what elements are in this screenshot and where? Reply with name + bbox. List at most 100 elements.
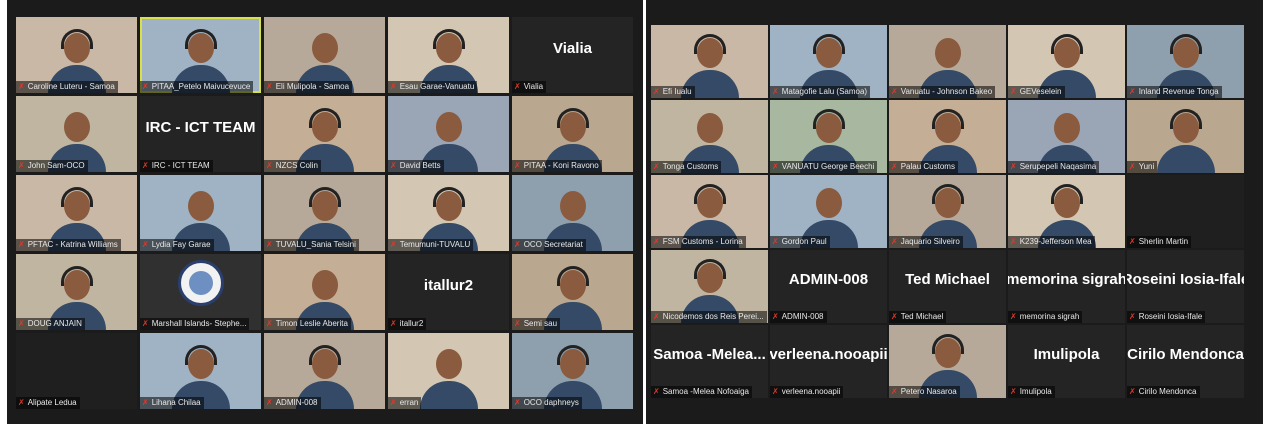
participant-tile-active-speaker[interactable]: ✗ PITAA_Petelo Maivucevuce	[140, 17, 261, 93]
participant-tile-lydia-fay-garae[interactable]: ✗ Lydia Fay Garae	[140, 175, 261, 251]
participant-label: ✗ PFTAC - Katrina Williams	[16, 239, 121, 251]
muted-mic-icon: ✗	[142, 319, 149, 328]
participant-label-text: PFTAC - Katrina Williams	[27, 240, 118, 249]
participant-tile-admin-008[interactable]: ✗ ADMIN-008	[264, 333, 385, 409]
muted-mic-icon: ✗	[266, 240, 273, 249]
participant-label: ✗ VANUATU George Beechi	[770, 161, 878, 173]
participant-tile-david-betts[interactable]: ✗ David Betts	[388, 96, 509, 172]
participant-label: ✗ Sherlin Martin	[1127, 236, 1192, 248]
participant-tile-john-sam-oco[interactable]: ✗ John Sam-OCO	[16, 96, 137, 172]
participant-tile-gordon-paul[interactable]: ✗ Gordon Paul	[770, 175, 887, 248]
participant-tile-petero-nasaroa[interactable]: ✗ Petero Nasaroa	[889, 325, 1006, 398]
participant-tile-tonga-customs[interactable]: ✗ Tonga Customs	[651, 100, 768, 173]
participant-label: ✗ Petero Nasaroa	[889, 386, 960, 398]
participant-tile-oco-secretariat[interactable]: ✗ OCO Secretariat	[512, 175, 633, 251]
participant-tile-roseini-iosia-ifale[interactable]: Roseini Iosia-Ifale ✗ Roseini Iosia-Ifale	[1127, 250, 1244, 323]
participant-label: ✗ David Betts	[388, 160, 444, 172]
participant-tile-pftac-katrina-williams[interactable]: ✗ PFTAC - Katrina Williams	[16, 175, 137, 251]
participant-tile-pitaa-koni-ravono[interactable]: ✗ PITAA - Koni Ravono	[512, 96, 633, 172]
participant-tile-esau-garae-vanuatu[interactable]: ✗ Esau Garae-Vanuatu	[388, 17, 509, 93]
participant-tile-lihana-chilaa[interactable]: ✗ Lihana Chilaa	[140, 333, 261, 409]
muted-mic-icon: ✗	[142, 82, 149, 91]
participant-tile-imulipola[interactable]: Imulipola ✗ Imulipola	[1008, 325, 1125, 398]
participant-label: ✗ OCO Secretariat	[512, 239, 586, 251]
participant-tile-vanuatu-george-beechi[interactable]: ✗ VANUATU George Beechi	[770, 100, 887, 173]
participant-tile-matagofie-lalu-samoa[interactable]: ✗ Matagofie Lalu (Samoa)	[770, 25, 887, 98]
participant-tile-marshall-islands-stephe[interactable]: ✗ Marshall Islands- Stephe...	[140, 254, 261, 330]
participant-label: ✗ Semi sau	[512, 318, 561, 330]
participant-tile-verleena-nooapii[interactable]: verleena.nooapii ✗ verleena.nooapii	[770, 325, 887, 398]
participant-label: ✗ Efi Iualu	[651, 86, 695, 98]
muted-mic-icon: ✗	[390, 240, 397, 249]
muted-mic-icon: ✗	[891, 87, 898, 96]
participant-label: ✗ John Sam-OCO	[16, 160, 88, 172]
participant-tile-semi-sau[interactable]: ✗ Semi sau	[512, 254, 633, 330]
muted-mic-icon: ✗	[1129, 312, 1136, 321]
participant-tile-tuvalu-sania-telsini[interactable]: ✗ TUVALU_Sania Telsini	[264, 175, 385, 251]
participant-label: ✗ erran	[388, 397, 422, 409]
participant-name-display: verleena.nooapii	[770, 346, 887, 363]
participant-tile-timon-leslie-aberita[interactable]: ✗ Timon Leslie Aberita	[264, 254, 385, 330]
participant-label: ✗ Yuni	[1127, 161, 1158, 173]
participant-label-text: ADMIN-008	[275, 398, 318, 407]
participant-tile-eli-mulipola-samoa[interactable]: ✗ Eli Mulipola - Samoa	[264, 17, 385, 93]
participant-tile-jaquario-silveiro[interactable]: ✗ Jaquario Silveiro	[889, 175, 1006, 248]
muted-mic-icon: ✗	[772, 312, 779, 321]
participant-label-text: Gordon Paul	[781, 237, 827, 246]
participant-tile-cirilo-mendonca[interactable]: Cirilo Mendonca ✗ Cirilo Mendonca	[1127, 325, 1244, 398]
participant-tile-erran[interactable]: ✗ erran	[388, 333, 509, 409]
participant-label: ✗ FSM Customs - Lorina	[651, 236, 746, 248]
participant-tile-irc-ict-team[interactable]: IRC - ICT TEAM ✗ IRC - ICT TEAM	[140, 96, 261, 172]
participant-label: ✗ Matagofie Lalu (Samoa)	[770, 86, 871, 98]
participant-label-text: David Betts	[399, 161, 441, 170]
participant-tile-geveselein[interactable]: ✗ GEVeselein	[1008, 25, 1125, 98]
participant-label: ✗ Vanuatu - Johnson Bakeo	[889, 86, 996, 98]
participant-label-text: FSM Customs - Lorina	[662, 237, 743, 246]
participant-label: ✗ Inland Revenue Tonga	[1127, 86, 1222, 98]
participant-tile-oco-daphneys[interactable]: ✗ OCO daphneys	[512, 333, 633, 409]
participant-tile-serupepeli-naqasima[interactable]: ✗ Serupepeli Naqasima	[1008, 100, 1125, 173]
muted-mic-icon: ✗	[514, 319, 521, 328]
muted-mic-icon: ✗	[390, 398, 397, 407]
participant-label-text: Lydia Fay Garae	[151, 240, 211, 249]
participant-tile-vanuatu-johnson-bakeo[interactable]: ✗ Vanuatu - Johnson Bakeo	[889, 25, 1006, 98]
participant-label: ✗ Tonga Customs	[651, 161, 722, 173]
participant-tile-admin-008[interactable]: ADMIN-008 ✗ ADMIN-008	[770, 250, 887, 323]
participant-name-display: itallur2	[423, 276, 474, 294]
participant-tile-efi-iualu[interactable]: ✗ Efi Iualu	[651, 25, 768, 98]
participant-label-text: Samoa -Melea Nofoaiga	[662, 387, 749, 396]
participant-tile-doug-anjain[interactable]: ✗ DOUG ANJAIN	[16, 254, 137, 330]
participant-tile-nzcs-colin[interactable]: ✗ NZCS Colin	[264, 96, 385, 172]
muted-mic-icon: ✗	[266, 161, 273, 170]
participant-label: ✗ Imulipola	[1008, 386, 1055, 398]
participant-tile-nicodemos-dos-reis-perei[interactable]: ✗ Nicodemos dos Reis Perei...	[651, 250, 768, 323]
participant-tile-vialia[interactable]: Vialia ✗ Vialia	[512, 17, 633, 93]
participant-tile-memorina-sigrah[interactable]: memorina sigrah ✗ memorina sigrah	[1008, 250, 1125, 323]
participant-label: ✗ Roseini Iosia-Ifale	[1127, 311, 1206, 323]
participant-label-text: Matagofie Lalu (Samoa)	[781, 87, 868, 96]
muted-mic-icon: ✗	[142, 240, 149, 249]
participant-label: ✗ Ted Michael	[889, 311, 947, 323]
participant-tile-inland-revenue-tonga[interactable]: ✗ Inland Revenue Tonga	[1127, 25, 1244, 98]
right-video-grid: ✗ Efi Iualu ✗ Matagofie Lalu (Samoa) ✗ Vanuat…	[646, 0, 1263, 424]
participant-label: ✗ TUVALU_Sania Telsini	[264, 239, 359, 251]
participant-tile-k239-jefferson-mea[interactable]: ✗ K239-Jefferson Mea	[1008, 175, 1125, 248]
left-video-grid: ✗ Caroline Luteru - Samoa ✗ PITAA_Petelo Ma…	[7, 0, 643, 424]
participant-tile-temumuni-tuvalu[interactable]: ✗ Temumuni-TUVALU	[388, 175, 509, 251]
muted-mic-icon: ✗	[653, 237, 660, 246]
participant-tile-ted-michael[interactable]: Ted Michael ✗ Ted Michael	[889, 250, 1006, 323]
participant-tile-caroline-luteru-samoa[interactable]: ✗ Caroline Luteru - Samoa	[16, 17, 137, 93]
participant-tile-samoa-melea-nofoaiga[interactable]: Samoa -Melea... ✗ Samoa -Melea Nofoaiga	[651, 325, 768, 398]
participant-tile-palau-customs[interactable]: ✗ Palau Customs	[889, 100, 1006, 173]
participant-tile-alipate-ledua[interactable]: ✗ Alipate Ledua	[16, 333, 137, 409]
participant-tile-fsm-customs-lorina[interactable]: ✗ FSM Customs - Lorina	[651, 175, 768, 248]
participant-tile-itallur2[interactable]: itallur2 ✗ itallur2	[388, 254, 509, 330]
muted-mic-icon: ✗	[653, 387, 660, 396]
muted-mic-icon: ✗	[1010, 162, 1017, 171]
participant-label: ✗ Palau Customs	[889, 161, 958, 173]
muted-mic-icon: ✗	[142, 398, 149, 407]
participant-label-text: TUVALU_Sania Telsini	[275, 240, 356, 249]
participant-video	[1156, 107, 1215, 173]
participant-tile-sherlin-martin[interactable]: ✗ Sherlin Martin	[1127, 175, 1244, 248]
participant-tile-yuni[interactable]: ✗ Yuni	[1127, 100, 1244, 173]
